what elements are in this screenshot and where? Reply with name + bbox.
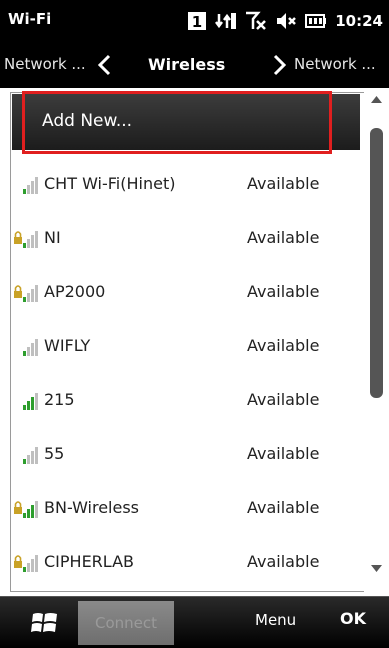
- signal-strength-icon: [23, 177, 38, 194]
- network-name: CHT Wi-Fi(Hinet): [44, 174, 176, 193]
- network-status: Available: [247, 336, 320, 355]
- menu-button[interactable]: Menu: [255, 611, 296, 629]
- secured-signal-icon: [14, 501, 38, 518]
- scroll-down-icon[interactable]: [370, 564, 383, 574]
- data-arrows-icon: [215, 13, 237, 29]
- network-name: 215: [44, 390, 75, 409]
- nav-bar: Network ... Wireless Network ...: [0, 42, 389, 88]
- secured-signal-icon: [14, 285, 38, 302]
- secured-signal-icon: [14, 231, 38, 248]
- scroll-thumb[interactable]: [370, 128, 383, 398]
- secured-signal-icon: [14, 555, 38, 572]
- network-name: CIPHERLAB: [44, 552, 134, 571]
- chevron-left-icon[interactable]: [96, 54, 114, 76]
- battery-icon: [305, 14, 327, 28]
- ok-button[interactable]: OK: [340, 609, 366, 628]
- network-name: BN-Wireless: [44, 498, 140, 517]
- network-status: Available: [247, 552, 320, 571]
- signal-strength-icon: [23, 339, 38, 356]
- chevron-right-icon[interactable]: [270, 54, 288, 76]
- network-status: Available: [247, 174, 320, 193]
- highlight-box: [22, 91, 332, 154]
- network-row[interactable]: AP2000 Available: [14, 266, 354, 320]
- network-list-panel: Add New... CHT Wi-Fi(Hinet) Available NI Av…: [0, 88, 389, 596]
- nav-prev-label[interactable]: Network ...: [4, 55, 86, 73]
- network-name: AP2000: [44, 282, 106, 301]
- network-row[interactable]: BN-Wireless Available: [14, 482, 354, 536]
- scrollbar[interactable]: [366, 88, 387, 596]
- network-row[interactable]: NI Available: [14, 212, 354, 266]
- status-bar: Wi-Fi 1 10:24: [0, 0, 389, 42]
- network-status: Available: [247, 444, 320, 463]
- scroll-up-icon[interactable]: [370, 94, 383, 104]
- connect-button[interactable]: Connect: [78, 601, 174, 645]
- softkey-bar: Connect Menu OK: [0, 596, 389, 648]
- status-icons[interactable]: 1 10:24: [187, 9, 383, 33]
- windows-start-icon[interactable]: [30, 609, 60, 637]
- app-title: Wi-Fi: [8, 10, 52, 28]
- no-signal-icon: [246, 11, 267, 30]
- network-row[interactable]: WIFLY Available: [14, 320, 354, 374]
- clock: 10:24: [335, 12, 383, 30]
- signal-strength-icon: [23, 447, 38, 464]
- network-row[interactable]: 215 Available: [14, 374, 354, 428]
- network-row[interactable]: 55 Available: [14, 428, 354, 482]
- network-status: Available: [247, 390, 320, 409]
- nav-current-label: Wireless: [148, 55, 226, 74]
- speaker-muted-icon: [277, 13, 297, 29]
- network-row[interactable]: CIPHERLAB Available: [14, 536, 354, 590]
- nav-next-label[interactable]: Network ...: [294, 55, 376, 73]
- network-name: WIFLY: [44, 336, 91, 355]
- network-status: Available: [247, 498, 320, 517]
- network-status: Available: [247, 228, 320, 247]
- sim-label: 1: [192, 13, 202, 31]
- sim-1-icon: 1: [188, 12, 207, 31]
- signal-strength-icon: [23, 393, 38, 410]
- network-row[interactable]: CHT Wi-Fi(Hinet) Available: [14, 158, 354, 212]
- network-name: NI: [44, 228, 61, 247]
- network-name: 55: [44, 444, 65, 463]
- network-status: Available: [247, 282, 320, 301]
